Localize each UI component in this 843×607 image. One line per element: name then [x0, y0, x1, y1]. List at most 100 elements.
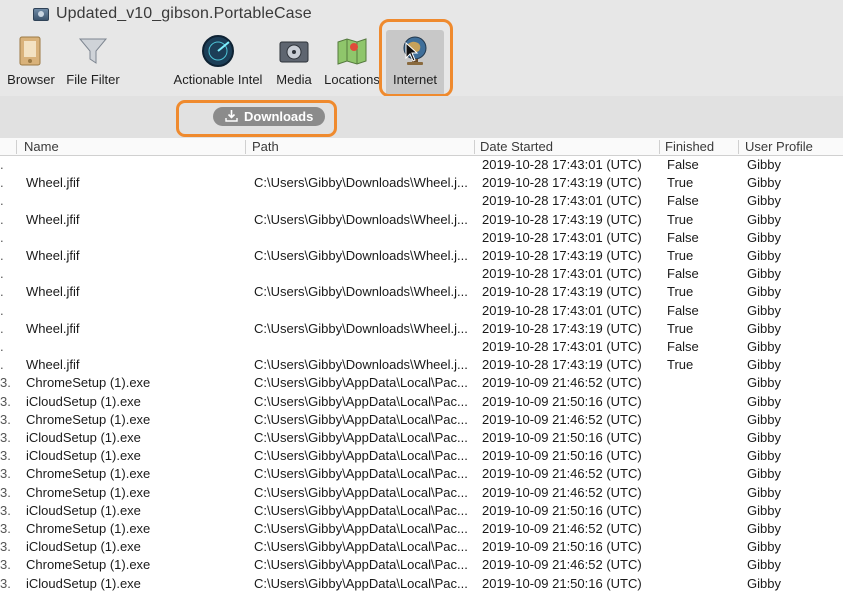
cell-user-profile: Gibby: [747, 430, 781, 445]
cell-user-profile: Gibby: [747, 211, 781, 227]
cell-name: ChromeSetup (1).exe: [26, 484, 151, 500]
table-row[interactable]: 3... ChromeSetup (1).exe C:\Users\Gibby\Ap…: [0, 465, 843, 483]
cell-date-started: 2019-10-28 17:43:01 (UTC): [482, 339, 642, 354]
table-row[interactable]: . Wheel.jfif C:\Users\Gibby\Downloads\Whee…: [0, 283, 843, 301]
cell-name: iCloudSetup (1).exe: [26, 539, 141, 555]
cell-path: C:\Users\Gibby\Downloads\Wheel.j...: [254, 284, 468, 300]
cell-user-profile: Gibby: [747, 502, 781, 518]
cell-truncated-id: 3...: [0, 466, 12, 482]
table-row[interactable]: 3... iCloudSetup (1).exe C:\Users\Gibby\Ap…: [0, 393, 843, 411]
cell-truncated-id: .: [0, 229, 4, 245]
table-row[interactable]: 3... iCloudSetup (1).exe C:\Users\Gibby\Ap…: [0, 538, 843, 556]
cell-name: ChromeSetup (1).exe: [26, 557, 151, 573]
column-header-finished[interactable]: Finished: [665, 139, 714, 154]
cell-path: C:\Users\Gibby\AppData\Local\Pac...: [254, 484, 468, 500]
cell-date-started: 2019-10-09 21:46:52 (UTC): [482, 557, 642, 573]
cell-truncated-id: 3...: [0, 557, 12, 573]
column-separator[interactable]: [474, 140, 475, 154]
column-header-user-profile[interactable]: User Profile: [745, 139, 813, 154]
cell-finished: False: [667, 302, 699, 318]
table-row[interactable]: . Wheel.jfif C:\Users\Gibby\Downloads\Whee…: [0, 247, 843, 265]
table-row[interactable]: 3... iCloudSetup (1).exe C:\Users\Gibby\Ap…: [0, 575, 843, 593]
column-header-date-started[interactable]: Date Started: [480, 139, 553, 154]
cell-date-started: 2019-10-09 21:50:16 (UTC): [482, 430, 642, 445]
cell-truncated-id: 3...: [0, 375, 12, 391]
table-row[interactable]: 3... iCloudSetup (1).exe C:\Users\Gibby\Ap…: [0, 502, 843, 520]
table-row[interactable]: . Wheel.jfif C:\Users\Gibby\Downloads\Whee…: [0, 211, 843, 229]
downloads-table: Name Path Date Started Finished User Pro…: [0, 138, 843, 607]
cell-truncated-id: 3...: [0, 575, 12, 591]
cell-user-profile: Gibby: [747, 175, 781, 191]
cell-user-profile: Gibby: [747, 302, 781, 318]
cell-path: C:\Users\Gibby\AppData\Local\Pac...: [254, 557, 468, 573]
table-row[interactable]: 3... iCloudSetup (1).exe C:\Users\Gibby\Ap…: [0, 447, 843, 465]
table-row[interactable]: . Wheel.jfif C:\Users\Gibby\Downloads\Whee…: [0, 320, 843, 338]
cell-truncated-id: .: [0, 248, 4, 263]
table-row[interactable]: . 2019-10-28 17:43:01 (UTC) False Gibby: [0, 156, 843, 174]
table-row[interactable]: 3... ChromeSetup (1).exe C:\Users\Gibby\Ap…: [0, 520, 843, 538]
cell-date-started: 2019-10-28 17:43:01 (UTC): [482, 193, 642, 209]
table-row[interactable]: 3... ChromeSetup (1).exe C:\Users\Gibby\Ap…: [0, 411, 843, 429]
table-row[interactable]: 3... iCloudSetup (1).exe C:\Users\Gibby\Ap…: [0, 429, 843, 447]
toolbar-file-filter-button[interactable]: File Filter: [62, 30, 124, 96]
cell-date-started: 2019-10-09 21:46:52 (UTC): [482, 521, 642, 536]
cell-finished: False: [667, 266, 699, 282]
toolbar-actionable-intel-button[interactable]: Actionable Intel: [170, 30, 266, 96]
cell-user-profile: Gibby: [747, 484, 781, 500]
cell-date-started: 2019-10-09 21:46:52 (UTC): [482, 411, 642, 427]
cell-date-started: 2019-10-28 17:43:19 (UTC): [482, 357, 642, 373]
cell-path: C:\Users\Gibby\AppData\Local\Pac...: [254, 502, 468, 518]
cell-name: Wheel.jfif: [26, 175, 80, 191]
table-row[interactable]: . 2019-10-28 17:43:01 (UTC) False Gibby: [0, 192, 843, 210]
cell-name: ChromeSetup (1).exe: [26, 411, 151, 427]
cell-truncated-id: 3...: [0, 448, 12, 464]
cell-finished: True: [667, 357, 694, 373]
radar-icon: [202, 35, 234, 67]
cell-finished: True: [667, 320, 694, 336]
cell-path: C:\Users\Gibby\AppData\Local\Pac...: [254, 448, 468, 464]
cell-user-profile: Gibby: [747, 375, 781, 391]
cell-name: iCloudSetup (1).exe: [26, 502, 141, 518]
table-row[interactable]: . 2019-10-28 17:43:01 (UTC) False Gibby: [0, 265, 843, 283]
cell-name: iCloudSetup (1).exe: [26, 393, 141, 409]
cell-user-profile: Gibby: [747, 557, 781, 573]
table-row[interactable]: 3... ChromeSetup (1).exe C:\Users\Gibby\Ap…: [0, 374, 843, 392]
column-separator[interactable]: [738, 140, 739, 154]
cell-finished: False: [667, 339, 699, 354]
cell-truncated-id: 3...: [0, 502, 12, 518]
cell-date-started: 2019-10-28 17:43:19 (UTC): [482, 211, 642, 227]
cell-path: C:\Users\Gibby\AppData\Local\Pac...: [254, 466, 468, 482]
column-separator[interactable]: [659, 140, 660, 154]
cell-path: C:\Users\Gibby\AppData\Local\Pac...: [254, 539, 468, 555]
cell-date-started: 2019-10-09 21:50:16 (UTC): [482, 575, 642, 591]
cell-user-profile: Gibby: [747, 575, 781, 591]
column-separator[interactable]: [245, 140, 246, 154]
cell-user-profile: Gibby: [747, 193, 781, 209]
table-row[interactable]: . 2019-10-28 17:43:01 (UTC) False Gibby: [0, 229, 843, 247]
cell-user-profile: Gibby: [747, 229, 781, 245]
cell-finished: False: [667, 229, 699, 245]
sub-toolbar: Downloads: [0, 96, 843, 138]
column-header-name[interactable]: Name: [24, 139, 59, 154]
cell-path: C:\Users\Gibby\AppData\Local\Pac...: [254, 375, 468, 391]
table-row[interactable]: 3... ChromeSetup (1).exe C:\Users\Gibby\Ap…: [0, 556, 843, 574]
cell-user-profile: Gibby: [747, 448, 781, 464]
table-row[interactable]: . Wheel.jfif C:\Users\Gibby\Downloads\Whee…: [0, 356, 843, 374]
cell-finished: False: [667, 157, 699, 172]
cell-user-profile: Gibby: [747, 521, 781, 536]
table-row[interactable]: . 2019-10-28 17:43:01 (UTC) False Gibby: [0, 338, 843, 356]
table-row[interactable]: 3... ChromeSetup (1).exe C:\Users\Gibby\Ap…: [0, 484, 843, 502]
table-row[interactable]: . Wheel.jfif C:\Users\Gibby\Downloads\Whee…: [0, 174, 843, 192]
table-row[interactable]: . 2019-10-28 17:43:01 (UTC) False Gibby: [0, 302, 843, 320]
cell-date-started: 2019-10-09 21:50:16 (UTC): [482, 448, 642, 464]
toolbar-locations-button[interactable]: Locations: [322, 30, 382, 96]
cell-truncated-id: 3...: [0, 484, 12, 500]
cell-date-started: 2019-10-09 21:50:16 (UTC): [482, 539, 642, 555]
cell-user-profile: Gibby: [747, 357, 781, 373]
column-header-path[interactable]: Path: [252, 139, 279, 154]
column-separator[interactable]: [16, 140, 17, 154]
toolbar-media-button[interactable]: Media: [272, 30, 316, 96]
cell-path: C:\Users\Gibby\AppData\Local\Pac...: [254, 575, 468, 591]
funnel-icon: [78, 38, 108, 64]
toolbar-browser-button[interactable]: Browser: [2, 30, 60, 96]
